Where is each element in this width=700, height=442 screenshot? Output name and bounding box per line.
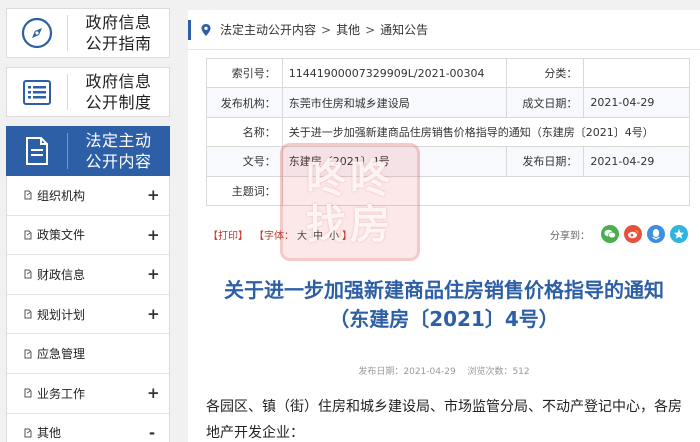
meta-label: 名称： (206, 116, 283, 148)
qzone-share-icon[interactable] (670, 225, 688, 243)
sidebar-tile-rules[interactable]: 政府信息 公开制度 (6, 67, 170, 117)
qq-share-icon[interactable] (647, 225, 665, 243)
list-icon (7, 68, 67, 116)
doc-icon (24, 349, 32, 359)
sidebar-tile-label: 政府信息 公开制度 (85, 72, 152, 112)
meta-label: 发布日期： (505, 146, 585, 177)
article-body: 各园区、镇（街）住房和城乡建设局、市场监管分局、不动产登记中心，各房地产开发企业… (206, 399, 682, 441)
sidebar-tile-guide[interactable]: 政府信息 公开指南 (6, 8, 170, 58)
collapse-icon[interactable]: - (147, 424, 157, 442)
weibo-share-icon[interactable] (624, 225, 642, 243)
sidebar-item-other[interactable]: 其他 - (7, 414, 169, 442)
document-icon (7, 127, 67, 175)
sidebar-subnav: 组织机构 + 政策文件 + 财政信息 + 规划计划 + 应急管理 业务工作 + (6, 176, 170, 442)
meta-label: 文号： (206, 146, 283, 177)
doc-icon (24, 428, 32, 438)
sidebar: 政府信息 公开指南 政府信息 公开制度 法定主动 公开内容 组织机构 + 政策文… (0, 0, 175, 442)
share-label: 分享到： (550, 230, 590, 242)
wechat-share-icon[interactable] (601, 225, 619, 243)
doc-icon (24, 309, 32, 319)
article-pub-date: 2021-04-29 (403, 367, 456, 377)
expand-icon[interactable]: + (147, 265, 160, 283)
meta-label: 发布机构： (206, 87, 283, 118)
doc-icon (24, 269, 32, 279)
meta-label: 分类： (505, 57, 585, 89)
sidebar-item-org[interactable]: 组织机构 + (7, 176, 169, 216)
meta-name-value: 关于进一步加强新建商品住房销售价格指导的通知（东建房〔2021〕4号） (281, 116, 691, 148)
sidebar-item-finance[interactable]: 财政信息 + (7, 255, 169, 295)
expand-icon[interactable]: + (147, 226, 160, 244)
expand-icon[interactable]: + (147, 305, 160, 323)
main-content: 法定主动公开内容 > 其他 > 通知公告 索引号： 11441900007329… (188, 10, 700, 442)
breadcrumb-link-notice[interactable]: 通知公告 (380, 21, 428, 38)
sidebar-item-planning[interactable]: 规划计划 + (7, 295, 169, 335)
meta-label: 索引号： (206, 57, 283, 89)
doc-icon (24, 190, 32, 200)
breadcrumb-link-content[interactable]: 法定主动公开内容 (220, 21, 316, 38)
meta-category-value (583, 57, 690, 89)
expand-icon[interactable]: + (147, 384, 160, 402)
meta-created-value: 2021-04-29 (583, 87, 690, 118)
print-button[interactable]: 【打印】 (208, 227, 248, 242)
sidebar-tile-active-content[interactable]: 法定主动 公开内容 (6, 126, 170, 176)
meta-publisher-value: 东莞市住房和城乡建设局 (281, 87, 507, 118)
breadcrumb: 法定主动公开内容 > 其他 > 通知公告 (188, 10, 700, 50)
sidebar-tile-label: 法定主动 公开内容 (85, 131, 152, 171)
article-toolbar: 【打印】 【字体： 大 中 小 】 分享到： (208, 224, 688, 244)
font-size-medium[interactable]: 中 (313, 227, 323, 242)
meta-keywords-value (281, 175, 691, 206)
sidebar-item-policy[interactable]: 政策文件 + (7, 216, 169, 256)
sidebar-item-business[interactable]: 业务工作 + (7, 374, 169, 414)
meta-label: 主题词： (206, 175, 283, 206)
font-size-small[interactable]: 小 (329, 227, 339, 242)
meta-label: 成文日期： (505, 87, 585, 118)
doc-icon (24, 388, 32, 398)
meta-docno-value: 东建房〔2021〕4号 (281, 146, 507, 177)
article-pubinfo: 发布日期：2021-04-29 浏览次数：512 (358, 367, 530, 377)
meta-pubdate-value: 2021-04-29 (583, 146, 690, 177)
compass-icon (7, 9, 67, 57)
location-pin-icon (201, 23, 211, 36)
document-meta-table: 索引号： 11441900007329909L/2021-00304 分类： 发… (206, 57, 691, 206)
font-size-large[interactable]: 大 (297, 227, 307, 242)
sidebar-item-emergency[interactable]: 应急管理 (7, 334, 169, 374)
article-view-count: 512 (512, 367, 530, 377)
sidebar-tile-label: 政府信息 公开指南 (85, 13, 152, 53)
doc-icon (24, 230, 32, 240)
article-title: 关于进一步加强新建商品住房销售价格指导的通知 （东建房〔2021〕4号） (224, 278, 664, 331)
expand-icon[interactable]: + (147, 186, 160, 204)
breadcrumb-link-other[interactable]: 其他 (336, 21, 360, 38)
meta-index-value: 11441900007329909L/2021-00304 (281, 57, 507, 89)
